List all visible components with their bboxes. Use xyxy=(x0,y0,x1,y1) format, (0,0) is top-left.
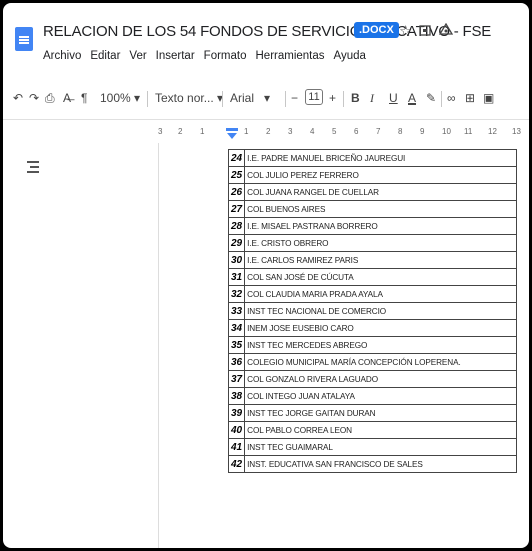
table-row: 28 I.E. MISAEL PASTRANA BORRERO xyxy=(227,217,518,235)
institution-name[interactable]: COL BUENOS AIRES xyxy=(244,200,518,218)
row-number[interactable]: 35 xyxy=(227,336,246,354)
table-row: 30 I.E. CARLOS RAMIREZ PARIS xyxy=(227,251,518,269)
row-number[interactable]: 29 xyxy=(227,234,246,252)
row-number[interactable]: 31 xyxy=(227,268,246,286)
table-row: 33 INST TEC NACIONAL DE COMERCIO xyxy=(227,302,518,320)
table-row: 37 COL GONZALO RIVERA LAGUADO xyxy=(227,370,518,388)
insert-link-icon[interactable]: ∞ xyxy=(447,91,456,105)
row-number[interactable]: 36 xyxy=(227,353,246,371)
style-select[interactable]: Texto nor... ▾ xyxy=(155,91,223,105)
table-row: 38 COL INTEGO JUAN ATALAYA xyxy=(227,387,518,405)
institution-name[interactable]: INST. EDUCATIVA SAN FRANCISCO DE SALES xyxy=(244,455,518,473)
undo-icon[interactable]: ↶ xyxy=(13,91,23,105)
row-number[interactable]: 41 xyxy=(227,438,246,456)
row-number[interactable]: 30 xyxy=(227,251,246,269)
table-row: 40 COL PABLO CORREA LEON xyxy=(227,421,518,439)
menu-ayuda[interactable]: Ayuda xyxy=(334,50,366,62)
bold-button[interactable]: B xyxy=(351,91,360,105)
table-row: 25 COL JULIO PEREZ FERRERO xyxy=(227,166,518,184)
row-number[interactable]: 27 xyxy=(227,200,246,218)
fse-table: 24 I.E. PADRE MANUEL BRICEÑO JAUREGUI 25 CO… xyxy=(227,149,518,473)
institution-name[interactable]: COL JUANA RANGEL DE CUELLAR xyxy=(244,183,518,201)
institution-name[interactable]: COL CLAUDIA MARIA PRADA AYALA xyxy=(244,285,518,303)
table-row: 41 INST TEC GUAIMARAL xyxy=(227,438,518,456)
menu-editar[interactable]: Editar xyxy=(90,50,120,62)
row-number[interactable]: 26 xyxy=(227,183,246,201)
text-color-button[interactable]: A xyxy=(408,91,416,105)
decrease-font-size-button[interactable]: − xyxy=(291,91,298,105)
insert-image-icon[interactable]: ▣ xyxy=(483,91,494,105)
institution-name[interactable]: COL INTEGO JUAN ATALAYA xyxy=(244,387,518,405)
institution-name[interactable]: COL SAN JOSÉ DE CÚCUTA xyxy=(244,268,518,286)
spellcheck-icon[interactable]: A̶ xyxy=(63,91,71,105)
table-row: 42 INST. EDUCATIVA SAN FRANCISCO DE SALES xyxy=(227,455,518,473)
font-select[interactable]: Arial ▾ xyxy=(230,91,270,105)
table-row: 36 COLEGIO MUNICIPAL MARÍA CONCEPCIÓN LOP… xyxy=(227,353,518,371)
menu-insertar[interactable]: Insertar xyxy=(156,50,195,62)
institution-name[interactable]: I.E. CARLOS RAMIREZ PARIS xyxy=(244,251,518,269)
increase-font-size-button[interactable]: + xyxy=(329,91,336,105)
table-row: 29 I.E. CRISTO OBRERO xyxy=(227,234,518,252)
cloud-status-icon[interactable] xyxy=(438,22,454,40)
first-line-indent-marker[interactable] xyxy=(226,128,238,131)
row-number[interactable]: 38 xyxy=(227,387,246,405)
table-row: 31 COL SAN JOSÉ DE CÚCUTA xyxy=(227,268,518,286)
row-number[interactable]: 34 xyxy=(227,319,246,337)
menu-ver[interactable]: Ver xyxy=(129,50,146,62)
table-row: 39 INST TEC JORGE GAITAN DURAN xyxy=(227,404,518,422)
row-number[interactable]: 25 xyxy=(227,166,246,184)
row-number[interactable]: 28 xyxy=(227,217,246,235)
google-docs-logo-icon[interactable] xyxy=(15,27,33,51)
menu-archivo[interactable]: Archivo xyxy=(43,50,81,62)
institution-name[interactable]: I.E. MISAEL PASTRANA BORRERO xyxy=(244,217,518,235)
table-row: 27 COL BUENOS AIRES xyxy=(227,200,518,218)
row-number[interactable]: 32 xyxy=(227,285,246,303)
toolbar: ↶ ↷ ⎙ A̶ ¶ 100% ▾ Texto nor... ▾ Arial ▾… xyxy=(7,88,529,110)
institution-name[interactable]: INST TEC MERCEDES ABREGO xyxy=(244,336,518,354)
institution-name[interactable]: I.E. CRISTO OBRERO xyxy=(244,234,518,252)
insert-comment-icon[interactable]: ⊞ xyxy=(465,91,475,105)
highlight-color-icon[interactable]: ✎ xyxy=(426,91,436,105)
docs-window: RELACION DE LOS 54 FONDOS DE SERVICIO ED… xyxy=(3,3,529,548)
table-row: 35 INST TEC MERCEDES ABREGO xyxy=(227,336,518,354)
font-size-input[interactable]: 11 xyxy=(305,89,323,105)
table-row: 34 INEM JOSE EUSEBIO CARO xyxy=(227,319,518,337)
institution-name[interactable]: INST TEC NACIONAL DE COMERCIO xyxy=(244,302,518,320)
row-number[interactable]: 37 xyxy=(227,370,246,388)
horizontal-ruler[interactable]: 3 2 1 1 2 3 4 5 6 7 8 9 10 11 12 13 xyxy=(158,127,529,141)
institution-name[interactable]: COL PABLO CORREA LEON xyxy=(244,421,518,439)
row-number[interactable]: 39 xyxy=(227,404,246,422)
star-icon[interactable]: ☆ xyxy=(399,22,412,40)
toolbar-divider xyxy=(3,119,529,120)
menu-herramientas[interactable]: Herramientas xyxy=(256,50,325,62)
institution-name[interactable]: COL JULIO PEREZ FERRERO xyxy=(244,166,518,184)
print-icon[interactable]: ⎙ xyxy=(45,91,55,106)
row-number[interactable]: 42 xyxy=(227,455,246,473)
institution-name[interactable]: COLEGIO MUNICIPAL MARÍA CONCEPCIÓN LOPER… xyxy=(244,353,518,371)
italic-button[interactable]: I xyxy=(370,91,374,106)
row-number[interactable]: 40 xyxy=(227,421,246,439)
institution-name[interactable]: COL GONZALO RIVERA LAGUADO xyxy=(244,370,518,388)
menu-formato[interactable]: Formato xyxy=(204,50,247,62)
underline-button[interactable]: U xyxy=(389,91,398,105)
institution-name[interactable]: INEM JOSE EUSEBIO CARO xyxy=(244,319,518,337)
institution-name[interactable]: INST TEC JORGE GAITAN DURAN xyxy=(244,404,518,422)
docx-badge: .DOCX xyxy=(354,22,399,38)
institution-name[interactable]: I.E. PADRE MANUEL BRICEÑO JAUREGUI xyxy=(244,149,518,167)
row-number[interactable]: 24 xyxy=(227,149,246,167)
paint-format-icon[interactable]: ¶ xyxy=(81,91,87,105)
zoom-select[interactable]: 100% ▾ xyxy=(100,91,140,105)
row-number[interactable]: 33 xyxy=(227,302,246,320)
redo-icon[interactable]: ↷ xyxy=(29,91,39,105)
move-to-folder-icon[interactable] xyxy=(419,24,431,39)
menu-bar: Archivo Editar Ver Insertar Formato Herr… xyxy=(43,50,366,62)
institution-name[interactable]: INST TEC GUAIMARAL xyxy=(244,438,518,456)
table-row: 32 COL CLAUDIA MARIA PRADA AYALA xyxy=(227,285,518,303)
page-edge xyxy=(158,143,159,548)
document-outline-icon[interactable] xyxy=(27,161,39,176)
table-row: 24 I.E. PADRE MANUEL BRICEÑO JAUREGUI xyxy=(227,149,518,167)
left-indent-marker[interactable] xyxy=(227,133,237,139)
table-row: 26 COL JUANA RANGEL DE CUELLAR xyxy=(227,183,518,201)
